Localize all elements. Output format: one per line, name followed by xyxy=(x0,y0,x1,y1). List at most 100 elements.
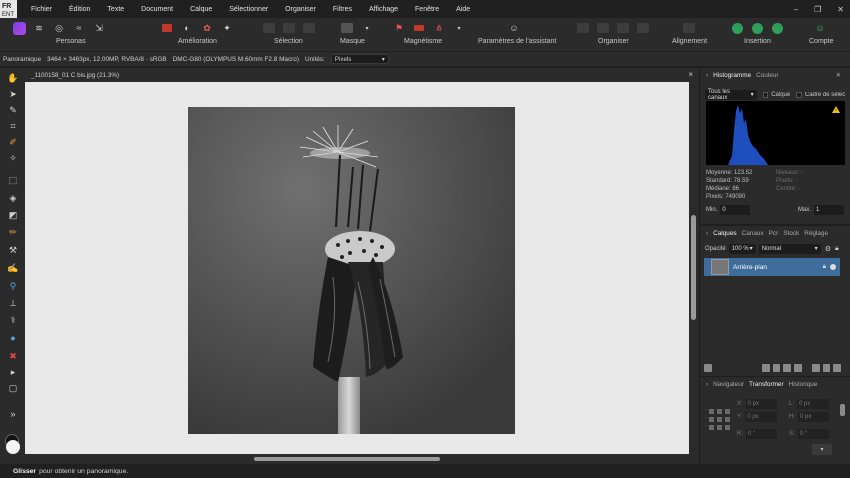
snapping-dropdown-icon[interactable]: ▾ xyxy=(452,21,466,35)
blend-mode-select[interactable]: Normal ▾ xyxy=(758,243,821,254)
mask-dropdown-icon[interactable]: ▾ xyxy=(360,21,374,35)
snapping-options-icon[interactable] xyxy=(412,21,426,35)
insert-group-icon[interactable] xyxy=(750,21,764,35)
menu-texte[interactable]: Texte xyxy=(107,6,124,13)
blur-tool-icon[interactable]: ⚲ xyxy=(7,280,19,292)
min-input[interactable]: 0 xyxy=(720,205,751,215)
move-front-icon[interactable] xyxy=(636,21,650,35)
menu-selectionner[interactable]: Sélectionner xyxy=(229,6,268,13)
width-value[interactable]: 0 px xyxy=(797,399,829,409)
paint-bucket-icon[interactable]: ◈ xyxy=(7,192,19,204)
width-field[interactable]: L: 0 px xyxy=(789,399,829,409)
crop-tool-icon[interactable]: ⌗ xyxy=(7,120,19,132)
menu-organiser[interactable]: Organiser xyxy=(285,6,316,13)
inpainting-tool-icon[interactable]: ⊥ xyxy=(7,297,19,309)
shear-field[interactable]: S: 0 ° xyxy=(789,429,829,439)
deselect-icon[interactable] xyxy=(282,21,296,35)
close-button[interactable]: ✕ xyxy=(837,5,844,14)
anchor-selector[interactable] xyxy=(709,409,731,431)
auto-white-balance-icon[interactable]: ✦ xyxy=(220,21,234,35)
selection-brush-icon[interactable]: ✐ xyxy=(7,136,19,148)
rotation-value[interactable]: 0 ° xyxy=(746,429,777,439)
rotation-field[interactable]: R: 0 ° xyxy=(737,429,777,439)
panel-close-icon[interactable]: ✕ xyxy=(836,71,841,79)
snapping-magnet-icon[interactable]: ⋔ xyxy=(432,21,446,35)
menu-fenetre[interactable]: Fenêtre xyxy=(415,6,439,13)
export-persona-icon[interactable]: ⇲ xyxy=(92,21,106,35)
shear-value[interactable]: 0 ° xyxy=(797,429,829,439)
add-adjustment-icon[interactable] xyxy=(783,364,791,372)
color-picker-icon[interactable]: ✎ xyxy=(7,104,19,116)
height-value[interactable]: 0 px xyxy=(798,412,829,422)
menu-edition[interactable]: Édition xyxy=(69,6,90,13)
x-value[interactable]: 0 px xyxy=(745,399,777,409)
units-select[interactable]: Pixels ▾ xyxy=(330,54,389,64)
collapse-icon[interactable]: › xyxy=(706,72,708,79)
add-pixel-layer-icon[interactable] xyxy=(762,364,770,372)
layer-visibility-icon[interactable] xyxy=(830,264,836,270)
move-back-icon[interactable] xyxy=(576,21,590,35)
red-eye-tool-icon[interactable]: ✖ xyxy=(7,350,19,362)
tab-pcr[interactable]: Pcr xyxy=(769,230,779,237)
panel-scroll-thumb[interactable] xyxy=(840,404,845,416)
height-field[interactable]: H: 0 px xyxy=(789,412,829,422)
pen-tool-icon[interactable]: ▸ xyxy=(7,366,19,378)
channels-select[interactable]: Tous les canaux ▾ xyxy=(705,89,757,101)
auto-contrast-icon[interactable]: ◐ xyxy=(180,21,194,35)
shape-tool-icon[interactable]: ▢ xyxy=(7,382,19,394)
gradient-tool-icon[interactable]: ◩ xyxy=(7,209,19,221)
add-live-filter-icon[interactable] xyxy=(793,364,802,372)
menu-fichier[interactable]: Fichier xyxy=(31,6,52,13)
minimize-button[interactable]: – xyxy=(794,5,798,14)
align-icon[interactable] xyxy=(682,21,696,35)
move-forward-icon[interactable] xyxy=(616,21,630,35)
x-field[interactable]: X: 0 px xyxy=(737,399,777,409)
sponge-tool-icon[interactable]: ● xyxy=(7,332,19,344)
photo-persona-icon[interactable] xyxy=(12,21,26,35)
menu-filtres[interactable]: Filtres xyxy=(333,6,352,13)
collapse-icon[interactable]: › xyxy=(706,381,708,388)
tab-navigateur[interactable]: Navigateur xyxy=(713,381,744,388)
develop-persona-icon[interactable]: ◎ xyxy=(52,21,66,35)
layer-blend-icon[interactable] xyxy=(704,364,712,372)
close-document-icon[interactable]: × xyxy=(688,70,693,79)
gear-icon[interactable]: ⚙ xyxy=(825,245,831,253)
select-all-icon[interactable] xyxy=(262,21,276,35)
menu-affichage[interactable]: Affichage xyxy=(369,6,398,13)
layer-lock-icon[interactable]: 🔒︎ xyxy=(823,264,826,271)
lock-icon[interactable]: 🔒︎ xyxy=(835,245,839,253)
layer-row[interactable]: Arrière-plan 🔒︎ xyxy=(704,258,840,276)
collapse-icon[interactable]: › xyxy=(706,230,708,237)
y-field[interactable]: Y: 0 px xyxy=(737,412,777,422)
assistant-icon[interactable]: ☺ xyxy=(507,21,521,35)
invert-selection-icon[interactable] xyxy=(302,21,316,35)
tab-histogramme[interactable]: Histogramme xyxy=(713,72,751,79)
dodge-tool-icon[interactable]: ⚒ xyxy=(7,244,19,256)
menu-document[interactable]: Document xyxy=(141,6,173,13)
hand-tool-icon[interactable]: ✋ xyxy=(7,72,19,84)
opacity-select[interactable]: 100 % ▾ xyxy=(728,243,756,254)
vertical-scroll-thumb[interactable] xyxy=(691,215,696,320)
account-icon[interactable]: ☺ xyxy=(813,21,827,35)
auto-colors-icon[interactable]: ✿ xyxy=(200,21,214,35)
calque-checkbox[interactable] xyxy=(762,91,769,98)
tab-transformer[interactable]: Transformer xyxy=(749,381,784,388)
vertical-scrollbar[interactable] xyxy=(689,82,699,454)
more-tools-icon[interactable]: » xyxy=(7,408,19,420)
tab-calques[interactable]: Calques xyxy=(713,230,736,237)
delete-layer-icon[interactable] xyxy=(833,364,842,372)
primary-color-well[interactable] xyxy=(6,440,20,454)
auto-levels-icon[interactable] xyxy=(160,21,174,35)
transform-options-dropdown[interactable]: ▾ xyxy=(812,444,832,455)
insert-adjustment-icon[interactable] xyxy=(770,21,784,35)
tab-stock[interactable]: Stock xyxy=(783,230,799,237)
flood-select-icon[interactable]: ✧ xyxy=(7,152,19,164)
menu-calque[interactable]: Calque xyxy=(190,6,212,13)
canvas-area[interactable] xyxy=(25,82,689,454)
document-tab[interactable]: _1100158_01 C bis.jpg (21.3%) × xyxy=(25,68,699,82)
marquee-tool-icon[interactable]: ⬚ xyxy=(7,174,19,186)
y-value[interactable]: 0 px xyxy=(745,412,777,422)
tab-reglage[interactable]: Réglage xyxy=(804,230,828,237)
liquify-persona-icon[interactable]: ≋ xyxy=(32,21,46,35)
move-tool-icon[interactable]: ➤ xyxy=(7,88,19,100)
